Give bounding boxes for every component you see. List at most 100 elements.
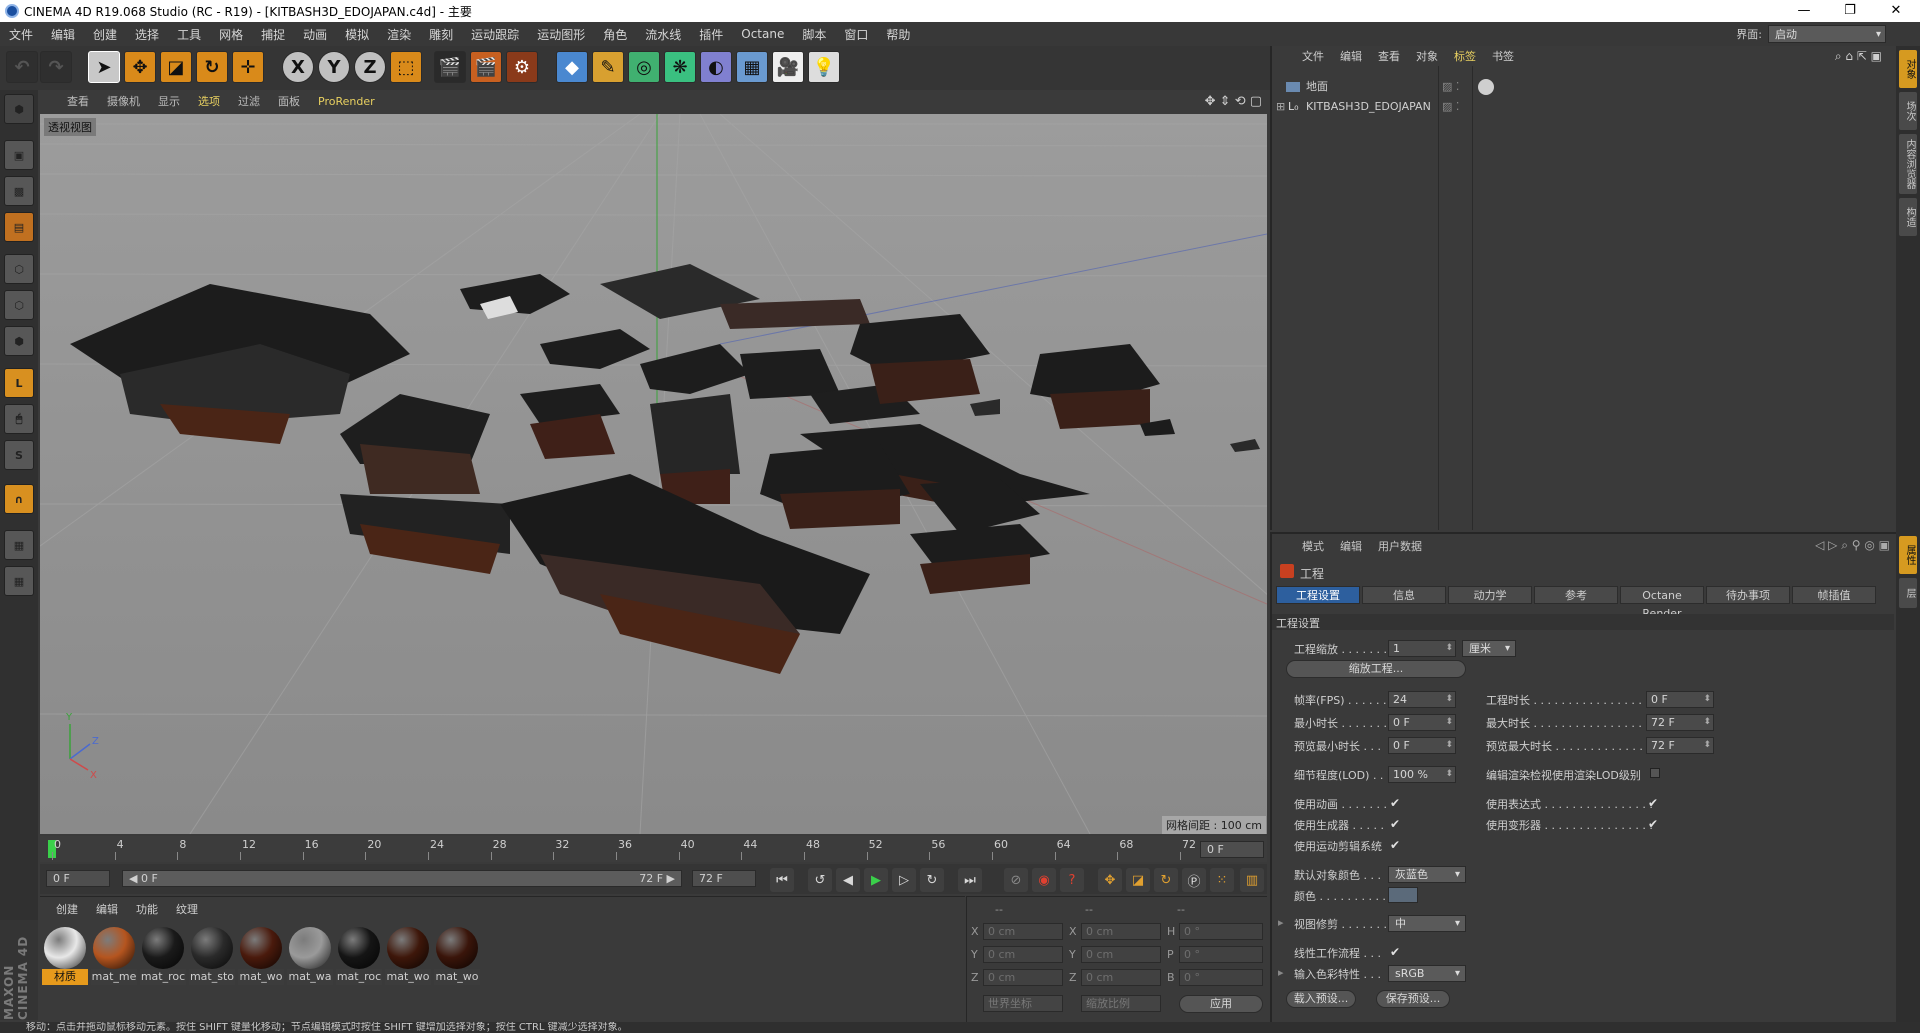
right-tab-layers[interactable]: 层: [1899, 578, 1917, 608]
auto-key-icon[interactable]: ◉: [1032, 868, 1056, 892]
previous-key-icon[interactable]: ↺: [808, 868, 832, 892]
render-settings-icon[interactable]: ⚙: [506, 51, 538, 83]
min-time-field[interactable]: 0 F: [1388, 714, 1456, 731]
previous-frame-icon[interactable]: ◀: [836, 868, 860, 892]
material-item[interactable]: mat_wo: [434, 927, 480, 989]
key-parameter-icon[interactable]: Ⓟ: [1182, 868, 1206, 892]
material-item[interactable]: mat_wo: [238, 927, 284, 989]
menu-motion-tracker[interactable]: 运动跟踪: [462, 26, 528, 43]
next-key-icon[interactable]: ↻: [920, 868, 944, 892]
viewport-menu-options[interactable]: 选项: [189, 93, 229, 109]
current-frame-field[interactable]: 0 F: [1200, 841, 1264, 858]
layout-select[interactable]: 启动: [1768, 25, 1886, 43]
menu-window[interactable]: 窗口: [835, 26, 877, 43]
viewport-menu-display[interactable]: 显示: [149, 93, 189, 109]
tab-project-settings[interactable]: 工程设置: [1276, 586, 1360, 604]
object-menu-objects[interactable]: 对象: [1408, 48, 1446, 64]
coord-pos-z-field[interactable]: 0 cm: [983, 969, 1063, 986]
menu-pipeline[interactable]: 流水线: [636, 26, 690, 43]
range-slider[interactable]: ◀ 0 F 72 F ▶: [122, 870, 682, 887]
viewport-menu-prorender[interactable]: ProRender: [309, 95, 384, 108]
subdivision-icon[interactable]: ◎: [628, 51, 660, 83]
end-frame-field[interactable]: 72 F: [692, 870, 756, 887]
move-tool-icon[interactable]: ✥: [124, 51, 156, 83]
max-time-field[interactable]: 72 F: [1646, 714, 1714, 731]
snap-icon[interactable]: S: [4, 440, 34, 470]
preview-max-field[interactable]: 72 F: [1646, 737, 1714, 754]
key-rotation-icon[interactable]: ↻: [1154, 868, 1178, 892]
timeline-ruler[interactable]: 0 4 8 12 16 20 24 28 32 36 40 44 48 52 56 60 64 68 72 0 F: [40, 836, 1267, 862]
project-scale-field[interactable]: 1: [1388, 640, 1456, 657]
x-axis-button[interactable]: X: [282, 51, 314, 83]
tab-octane-render[interactable]: Octane Render: [1620, 586, 1704, 620]
menu-snap[interactable]: 捕捉: [252, 26, 294, 43]
make-editable-icon[interactable]: ⬢: [4, 94, 34, 124]
polygons-mode-icon[interactable]: ⬢: [4, 326, 34, 356]
menu-tools[interactable]: 工具: [168, 26, 210, 43]
menu-create[interactable]: 创建: [84, 26, 126, 43]
input-color-select[interactable]: sRGB: [1388, 965, 1466, 982]
restore-button[interactable]: ❐: [1827, 0, 1873, 22]
visibility-toggle-icon[interactable]: ▨ ⁚: [1442, 78, 1459, 96]
menu-help[interactable]: 帮助: [877, 26, 919, 43]
use-generator-checkbox[interactable]: ✔: [1390, 818, 1402, 830]
planar-workplane-icon[interactable]: ▦: [4, 566, 34, 596]
use-motion-system-checkbox[interactable]: ✔: [1390, 839, 1402, 851]
project-length-field[interactable]: 0 F: [1646, 691, 1714, 708]
material-menu-function[interactable]: 功能: [128, 901, 166, 917]
object-manager-icons[interactable]: ⌕ ⌂ ⇱ ▣: [1827, 49, 1890, 64]
menu-select[interactable]: 选择: [126, 26, 168, 43]
material-item[interactable]: mat_roc: [140, 927, 186, 989]
menu-character[interactable]: 角色: [594, 26, 636, 43]
object-menu-edit[interactable]: 编辑: [1332, 48, 1370, 64]
clipping-select[interactable]: 中: [1388, 915, 1466, 932]
floor-icon[interactable]: ▦: [736, 51, 768, 83]
save-preset-button[interactable]: 保存预设...: [1376, 990, 1450, 1008]
menu-plugins[interactable]: 插件: [690, 26, 732, 43]
menu-animate[interactable]: 动画: [294, 26, 336, 43]
deformer-icon[interactable]: ◐: [700, 51, 732, 83]
render-view-icon[interactable]: 🎬: [434, 51, 466, 83]
magnet-icon[interactable]: ∩: [4, 484, 34, 514]
record-keys-icon[interactable]: ⊘: [1004, 868, 1028, 892]
coord-size-z-field[interactable]: 0 cm: [1081, 969, 1161, 986]
color-swatch[interactable]: [1388, 887, 1418, 903]
coord-size-y-field[interactable]: 0 cm: [1081, 946, 1161, 963]
right-tab-attributes[interactable]: 属性: [1899, 536, 1917, 574]
redo-icon[interactable]: ↷: [40, 51, 72, 83]
minimize-button[interactable]: —: [1781, 0, 1827, 22]
cube-icon[interactable]: ◆: [556, 51, 588, 83]
next-frame-icon[interactable]: ▷: [892, 868, 916, 892]
undo-icon[interactable]: ↶: [6, 51, 38, 83]
viewport-menu-cameras[interactable]: 摄像机: [98, 93, 149, 109]
object-menu-bookmarks[interactable]: 书签: [1484, 48, 1522, 64]
right-tab-objects[interactable]: 对象: [1899, 50, 1917, 88]
menu-edit[interactable]: 编辑: [42, 26, 84, 43]
close-button[interactable]: ✕: [1873, 0, 1919, 22]
coord-size-x-field[interactable]: 0 cm: [1081, 923, 1161, 940]
material-item[interactable]: mat_wa: [287, 927, 333, 989]
attr-menu-edit[interactable]: 编辑: [1332, 538, 1370, 554]
load-preset-button[interactable]: 载入预设...: [1286, 990, 1356, 1008]
object-menu-view[interactable]: 查看: [1370, 48, 1408, 64]
workplane-icon[interactable]: ▤: [4, 212, 34, 242]
default-color-select[interactable]: 灰蓝色: [1388, 866, 1466, 883]
use-deformer-checkbox[interactable]: ✔: [1648, 818, 1660, 830]
preview-min-field[interactable]: 0 F: [1388, 737, 1456, 754]
material-menu-create[interactable]: 创建: [48, 901, 86, 917]
scale-ratio-select[interactable]: 缩放比例: [1081, 995, 1161, 1012]
start-frame-field[interactable]: 0 F: [46, 870, 110, 887]
coordinate-system-icon[interactable]: ⬚: [390, 51, 422, 83]
use-animation-checkbox[interactable]: ✔: [1390, 797, 1402, 809]
viewport-menu-view[interactable]: 查看: [58, 93, 98, 109]
key-position-icon[interactable]: ✥: [1098, 868, 1122, 892]
coord-rot-b-field[interactable]: 0 °: [1179, 969, 1263, 986]
object-menu-file[interactable]: 文件: [1294, 48, 1332, 64]
render-picture-viewer-icon[interactable]: 🎬: [470, 51, 502, 83]
input-color-expand-icon[interactable]: ▸: [1278, 966, 1284, 979]
expand-icon[interactable]: ⊞: [1276, 98, 1285, 116]
cloner-icon[interactable]: ❋: [664, 51, 696, 83]
object-row-kitbash[interactable]: ⊞ L₀ KITBASH3D_EDOJAPAN ▨ ⁚: [1272, 98, 1892, 116]
key-pla-icon[interactable]: ⁙: [1210, 868, 1234, 892]
world-coords-select[interactable]: 世界坐标: [983, 995, 1063, 1012]
